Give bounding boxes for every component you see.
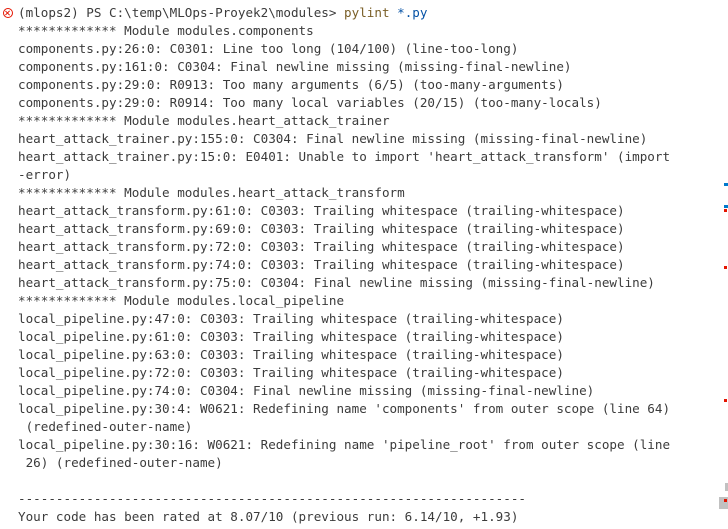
lint-message: heart_attack_transform.py:61:0: C0303: T… (18, 203, 625, 218)
lint-message: local_pipeline.py:61:0: C0303: Trailing … (18, 329, 564, 344)
lint-message: heart_attack_transform.py:74:0: C0303: T… (18, 257, 625, 272)
lint-message: local_pipeline.py:63:0: C0303: Trailing … (18, 347, 564, 362)
info-marker[interactable] (724, 183, 728, 186)
separator-line: ----------------------------------------… (18, 491, 526, 506)
lint-message: local_pipeline.py:72:0: C0303: Trailing … (18, 365, 564, 380)
lint-message: components.py:161:0: C0304: Final newlin… (18, 59, 572, 74)
prompt: (mlops2) PS C:\temp\MLOps-Proyek2\module… (18, 5, 337, 20)
info-marker[interactable] (724, 205, 728, 208)
error-marker[interactable] (724, 499, 727, 502)
overview-ruler[interactable] (714, 0, 728, 529)
lint-message: local_pipeline.py:30:4: W0621: Redefinin… (18, 401, 671, 416)
lint-message: components.py:29:0: R0913: Too many argu… (18, 77, 564, 92)
lint-message: components.py:26:0: C0301: Line too long… (18, 41, 519, 56)
lint-message: heart_attack_trainer.py:15:0: E0401: Una… (18, 149, 671, 164)
rating-summary: Your code has been rated at 8.07/10 (pre… (18, 509, 519, 524)
module-header: ************* Module modules.heart_attac… (18, 185, 405, 200)
lint-message-wrap: -error) (18, 167, 72, 182)
module-header: ************* Module modules.components (18, 23, 314, 38)
lint-message-wrap: 26) (redefined-outer-name) (18, 455, 223, 470)
module-header: ************* Module modules.local_pipel… (18, 293, 345, 308)
terminal-panel[interactable]: (mlops2) PS C:\temp\MLOps-Proyek2\module… (0, 0, 728, 529)
lint-message: local_pipeline.py:30:16: W0621: Redefini… (18, 437, 671, 452)
command-argument: *.py (397, 5, 428, 20)
lint-message: components.py:29:0: R0914: Too many loca… (18, 95, 602, 110)
lint-message: local_pipeline.py:74:0: C0304: Final new… (18, 383, 595, 398)
module-header: ************* Module modules.heart_attac… (18, 113, 390, 128)
lint-message: heart_attack_transform.py:72:0: C0303: T… (18, 239, 625, 254)
lint-message: heart_attack_transform.py:69:0: C0303: T… (18, 221, 625, 236)
error-status-icon[interactable] (3, 8, 13, 18)
lint-message: heart_attack_trainer.py:155:0: C0304: Fi… (18, 131, 648, 146)
error-marker[interactable] (724, 266, 727, 269)
terminal-output: (mlops2) PS C:\temp\MLOps-Proyek2\module… (0, 4, 712, 526)
error-marker[interactable] (724, 399, 727, 402)
lint-message-wrap: (redefined-outer-name) (18, 419, 193, 434)
command-line: (mlops2) PS C:\temp\MLOps-Proyek2\module… (0, 4, 712, 22)
command-name: pylint (344, 5, 390, 20)
error-marker[interactable] (724, 209, 727, 212)
lint-message: local_pipeline.py:47:0: C0303: Trailing … (18, 311, 564, 326)
lint-message: heart_attack_transform.py:75:0: C0304: F… (18, 275, 655, 290)
